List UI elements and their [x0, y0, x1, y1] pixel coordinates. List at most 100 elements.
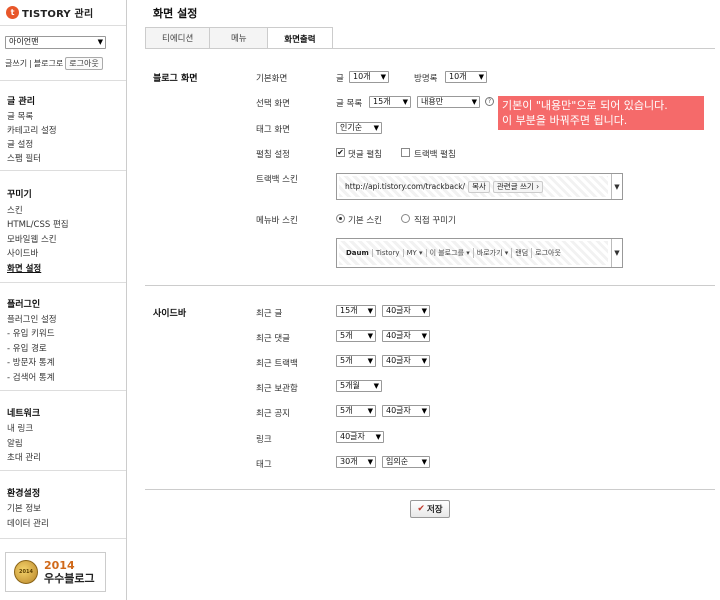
write-link[interactable]: 글쓰기 — [5, 58, 27, 69]
chevron-down-icon: ▼ — [373, 382, 379, 390]
custom-skin-radio[interactable] — [401, 214, 410, 223]
sidebar-item-spam-filter[interactable]: 스팸 필터 — [7, 152, 41, 164]
section-blog-screen: 블로그 화면 — [153, 74, 198, 84]
sidebar-item-inflow-keyword[interactable]: - 유입 키워드 — [7, 327, 55, 339]
trackback-url: http://api.tistory.com/trackback/ — [345, 182, 466, 191]
sidebar-item-post-settings[interactable]: 글 설정 — [7, 138, 33, 150]
expand-settings-label: 펼침 설정 — [256, 150, 290, 160]
chevron-down-icon: ▼ — [367, 332, 373, 340]
chevron-down-icon: ▼ — [421, 458, 427, 466]
comment-expand-label: 댓글 펼침 — [348, 150, 382, 160]
guestbook-count-select[interactable]: 10개 ▼ — [445, 71, 487, 83]
recent-archive-select[interactable]: 5개월 ▼ — [336, 380, 382, 392]
sidebar-item-html-css[interactable]: HTML/CSS 편집 — [7, 218, 69, 230]
sidebar-item-search-stats[interactable]: - 검색어 통계 — [7, 371, 55, 383]
medal-icon: 2014 — [14, 560, 38, 584]
sidebar-item-post-list[interactable]: 글 목록 — [7, 110, 33, 122]
chevron-down-icon[interactable]: ▼ — [611, 239, 622, 267]
recent-posts-length-select[interactable]: 40글자 ▼ — [382, 305, 430, 317]
sidebar-item-invites[interactable]: 초대 관리 — [7, 451, 41, 463]
sidebar-item-skin[interactable]: 스킨 — [7, 204, 23, 216]
recent-comments-count-select[interactable]: 5개 ▼ — [336, 330, 376, 342]
recent-comments-length-select[interactable]: 40글자 ▼ — [382, 330, 430, 342]
sidebar-item-sidebar[interactable]: 사이드바 — [7, 247, 38, 259]
tab-menu[interactable]: 메뉴 — [209, 27, 269, 48]
badge-year: 2014 — [44, 559, 75, 572]
tags-count-select[interactable]: 30개 ▼ — [336, 456, 376, 468]
sidebar-item-inflow-path[interactable]: - 유입 경로 — [7, 342, 47, 354]
chevron-down-icon: ▼ — [471, 98, 477, 106]
logout-button[interactable]: 로그아웃 — [65, 57, 103, 70]
basic-skin-radio[interactable] — [336, 214, 345, 223]
group-title-network: 네트워크 — [7, 409, 41, 419]
annotation-note: 기본이 "내용만"으로 되어 있습니다. 이 부분을 바꿔주면 됩니다. — [498, 96, 704, 130]
chevron-down-icon: ▼ — [380, 73, 386, 81]
chevron-down-icon: ▼ — [421, 307, 427, 315]
tags-order-select[interactable]: 임의순 ▼ — [382, 456, 430, 468]
sidebar-item-category[interactable]: 카테고리 설정 — [7, 124, 57, 136]
recent-posts-label: 최근 글 — [256, 309, 283, 319]
annotation-line-1: 기본이 "내용만"으로 되어 있습니다. — [502, 99, 668, 112]
menubar-skin-preview[interactable]: Daum Tistory MY ▾ 이 블로그를 ▾ 바로가기 ▾ 랜덤 로그아… — [336, 238, 623, 268]
recent-notice-label: 최근 공지 — [256, 409, 290, 419]
chevron-down-icon: ▼ — [421, 357, 427, 365]
tag-order-select[interactable]: 인기순 ▼ — [336, 122, 382, 134]
tags-label: 태그 — [256, 460, 272, 470]
trackback-skin-select[interactable]: http://api.tistory.com/trackback/ 복사 관련글… — [336, 173, 623, 200]
menubar-my: MY ▾ — [404, 249, 427, 257]
selected-screen-label: 선택 화면 — [256, 99, 290, 109]
tag-screen-label: 태그 화면 — [256, 125, 290, 135]
help-icon[interactable]: ? — [485, 97, 494, 106]
tistory-logo[interactable]: t TISTORY 관리 — [6, 4, 93, 20]
group-title-design: 꾸미기 — [7, 190, 32, 200]
blog-select[interactable]: 아이언맨 ▼ — [5, 36, 106, 49]
trackback-expand-checkbox[interactable] — [401, 148, 410, 157]
links-label: 링크 — [256, 435, 272, 445]
display-mode-select[interactable]: 내용만 ▼ — [417, 96, 480, 108]
sidebar-item-my-links[interactable]: 내 링크 — [7, 422, 33, 434]
trackback-skin-label: 트랙백 스킨 — [256, 175, 298, 185]
menubar-tistory: Tistory — [373, 249, 404, 257]
recent-trackbacks-count-select[interactable]: 5개 ▼ — [336, 355, 376, 367]
recent-notice-count-select[interactable]: 5개 ▼ — [336, 405, 376, 417]
blog-link[interactable]: 블로그로 — [34, 58, 63, 69]
chevron-down-icon: ▼ — [367, 307, 373, 315]
chevron-down-icon: ▼ — [97, 38, 103, 46]
default-screen-label: 기본화면 — [256, 74, 288, 84]
selected-count-select[interactable]: 15개 ▼ — [369, 96, 411, 108]
menubar-this-blog: 이 블로그를 ▾ — [427, 248, 474, 258]
logo-text: TISTORY 관리 — [22, 8, 94, 20]
sidebar-item-basic-info[interactable]: 기본 정보 — [7, 502, 41, 514]
top-links: 글쓰기 | 블로그로 로그아웃 — [5, 57, 103, 70]
recent-trackbacks-label: 최근 트랙백 — [256, 359, 298, 369]
sidebar-item-plugin-settings[interactable]: 플러그인 설정 — [7, 313, 57, 325]
tab-screen-output[interactable]: 화면출력 — [267, 27, 333, 49]
chevron-down-icon: ▼ — [373, 124, 379, 132]
sidebar-item-alerts[interactable]: 알림 — [7, 437, 23, 449]
save-button[interactable]: ✔ 저장 — [410, 500, 450, 518]
post-count-select[interactable]: 10개 ▼ — [349, 71, 389, 83]
sidebar-item-mobile-skin[interactable]: 모바일웹 스킨 — [7, 233, 57, 245]
post-count-label: 글 — [336, 74, 344, 84]
chevron-down-icon: ▼ — [375, 433, 381, 441]
group-title-plugin: 플러그인 — [7, 300, 41, 310]
chevron-down-icon: ▼ — [367, 357, 373, 365]
sidebar-item-data-management[interactable]: 데이터 관리 — [7, 517, 49, 529]
sidebar-item-visitor-stats[interactable]: - 방문자 통계 — [7, 356, 55, 368]
links-length-select[interactable]: 40글자 ▼ — [336, 431, 384, 443]
recent-notice-length-select[interactable]: 40글자 ▼ — [382, 405, 430, 417]
sidebar-item-screen-settings[interactable]: 화면 설정 — [7, 262, 41, 274]
recent-posts-count-select[interactable]: 15개 ▼ — [336, 305, 376, 317]
tab-tedition[interactable]: 티에디션 — [145, 27, 211, 48]
basic-skin-label: 기본 스킨 — [348, 216, 382, 226]
chevron-down-icon[interactable]: ▼ — [611, 174, 622, 199]
recent-trackbacks-length-select[interactable]: 40글자 ▼ — [382, 355, 430, 367]
trackback-expand-label: 트랙백 펼침 — [414, 150, 456, 160]
comment-expand-checkbox[interactable]: ✔ — [336, 148, 345, 157]
best-blog-badge[interactable]: 2014 2014 우수블로그 — [5, 552, 106, 592]
menubar-daum: Daum — [343, 249, 373, 257]
group-title-post: 글 관리 — [7, 97, 35, 107]
menubar-skin-label: 메뉴바 스킨 — [256, 216, 298, 226]
chevron-down-icon: ▼ — [421, 332, 427, 340]
custom-skin-label: 직접 꾸미기 — [414, 216, 456, 226]
